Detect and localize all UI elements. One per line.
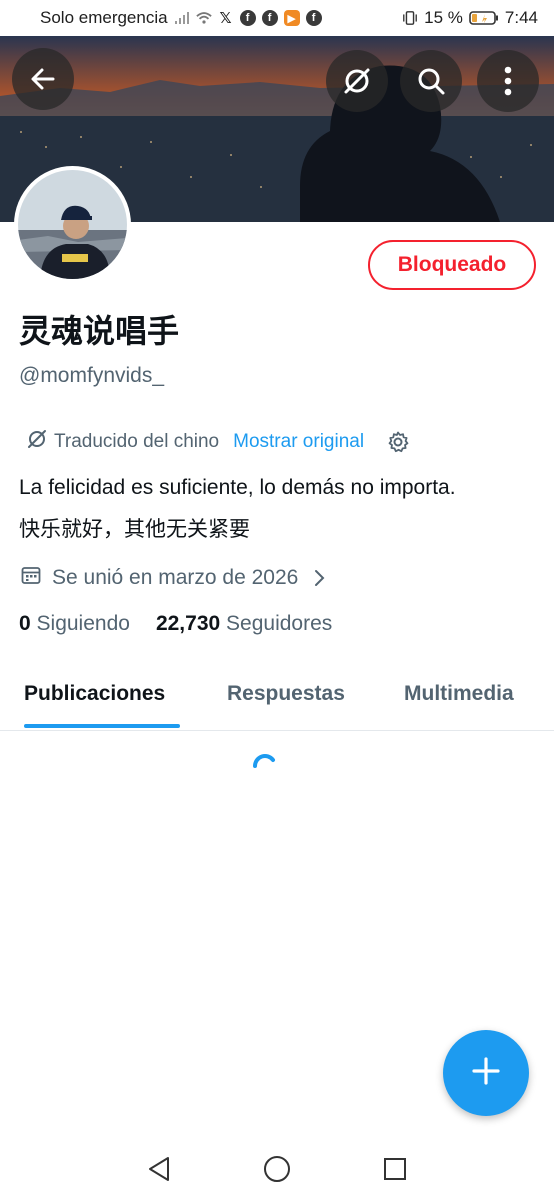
profile-tabs: Publicaciones Respuestas Multimedia	[0, 664, 554, 731]
display-name: 灵魂说唱手	[19, 312, 180, 350]
square-recents-icon	[382, 1156, 408, 1187]
following-label: Siguiendo	[36, 612, 130, 635]
x-app-icon: 𝕏	[219, 10, 232, 27]
translate-small-icon	[26, 428, 48, 456]
calendar-icon	[20, 564, 42, 592]
search-button[interactable]	[400, 50, 462, 112]
following-count: 0	[19, 612, 31, 635]
back-arrow-icon	[29, 65, 57, 93]
translation-notice: Traducido del chino Mostrar original	[26, 428, 410, 456]
translate-icon	[341, 65, 373, 97]
triangle-back-icon	[146, 1155, 172, 1188]
facebook-icon-2: f	[261, 10, 278, 26]
nav-recents-button[interactable]	[378, 1154, 412, 1188]
translate-button[interactable]	[326, 50, 388, 112]
loading-spinner	[251, 752, 277, 783]
tab-publicaciones[interactable]: Publicaciones	[24, 682, 165, 706]
followers-label: Seguidores	[226, 612, 333, 635]
nav-home-button[interactable]	[260, 1154, 294, 1188]
back-button[interactable]	[12, 48, 74, 110]
search-icon	[415, 65, 447, 97]
battery-percent: 15 %	[424, 8, 463, 27]
show-original-link[interactable]: Mostrar original	[233, 431, 364, 453]
system-navigation-bar	[0, 1140, 554, 1200]
user-handle: @momfynvids_	[19, 364, 165, 387]
tab-multimedia[interactable]: Multimedia	[404, 682, 514, 706]
followers-count: 22,730	[155, 612, 221, 635]
nav-back-button[interactable]	[142, 1154, 176, 1188]
video-app-icon: ▶	[283, 10, 300, 26]
bio-original: 快乐就好，其他无关紧要	[19, 517, 250, 541]
vibrate-icon	[402, 10, 418, 26]
joined-date-text: Se unió en marzo de 2026	[52, 566, 299, 589]
follow-stats: 0 Siguiendo 22,730 Seguidores	[19, 612, 332, 636]
compose-post-button[interactable]	[443, 1030, 529, 1116]
plus-icon	[471, 1056, 501, 1091]
signal-icon	[174, 10, 190, 26]
more-options-button[interactable]	[477, 50, 539, 112]
tab-respuestas[interactable]: Respuestas	[227, 682, 345, 706]
following-stat[interactable]: 0 Siguiendo	[19, 612, 130, 636]
settings-gear-icon[interactable]	[386, 430, 410, 454]
circle-home-icon	[263, 1155, 291, 1188]
facebook-icon-3: f	[305, 10, 322, 26]
clock: 7:44	[504, 8, 538, 27]
wifi-icon	[195, 10, 212, 26]
facebook-icon: f	[239, 10, 256, 26]
joined-date-row[interactable]: Se unió en marzo de 2026	[20, 564, 326, 592]
followers-stat[interactable]: 22,730 Seguidores	[156, 612, 332, 636]
bio-translated: La felicidad es suficiente, lo demás no …	[19, 476, 456, 499]
status-bar: Solo emergencia 𝕏 f f ▶ f 15 % 7:44	[0, 0, 554, 36]
carrier-text: Solo emergencia	[40, 8, 168, 27]
more-vertical-icon	[504, 66, 512, 96]
chevron-right-icon	[312, 568, 326, 588]
battery-icon	[469, 10, 499, 26]
avatar[interactable]	[14, 166, 131, 283]
translated-from-label: Traducido del chino	[54, 431, 220, 452]
blocked-button[interactable]: Bloqueado	[368, 240, 536, 290]
active-tab-indicator	[24, 724, 180, 728]
